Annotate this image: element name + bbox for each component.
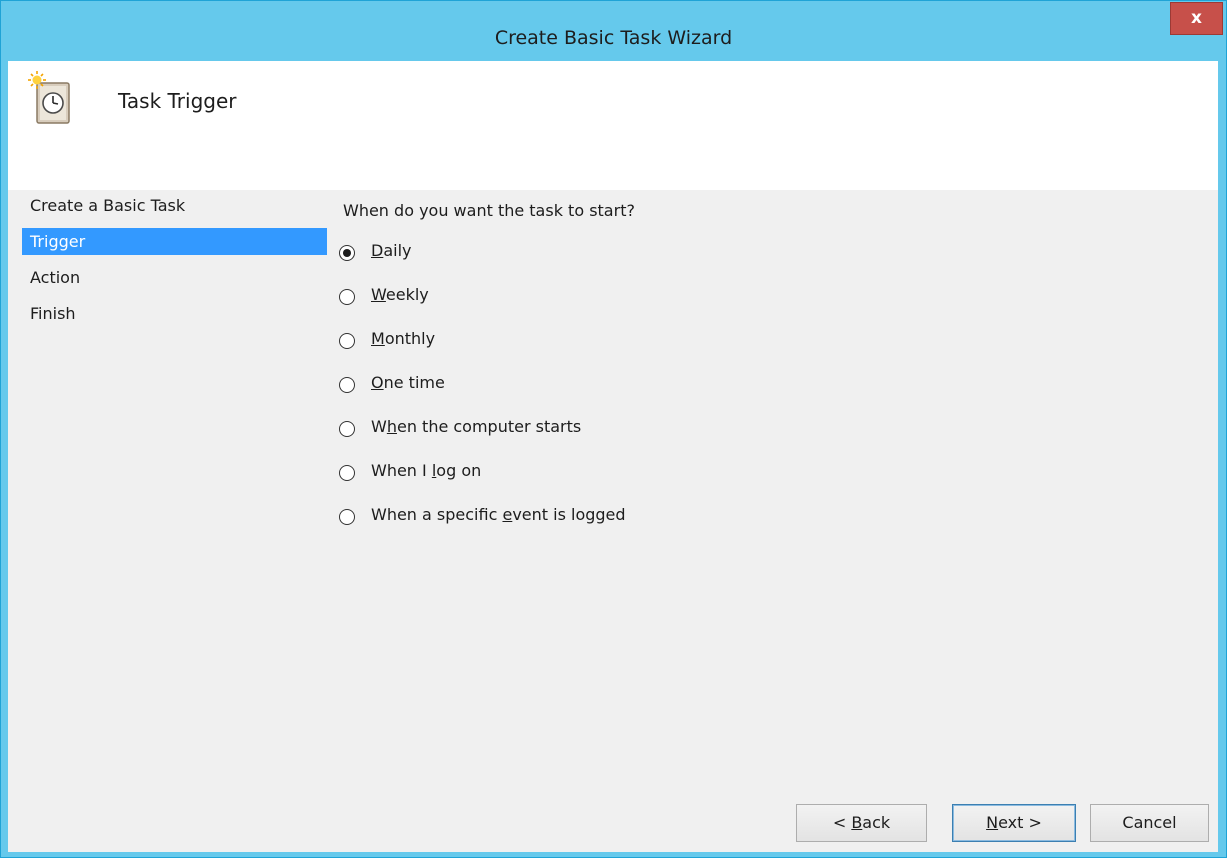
radio-computer-starts[interactable] — [339, 421, 355, 437]
option-label[interactable]: When I log on — [371, 461, 481, 480]
radio-log-on[interactable] — [339, 465, 355, 481]
option-label[interactable]: When a specific event is logged — [371, 505, 626, 524]
option-label[interactable]: When the computer starts — [371, 417, 581, 436]
wizard-window: Create Basic Task Wizard x Task Trigger … — [0, 0, 1227, 858]
radio-selected-dot — [343, 249, 351, 257]
next-button[interactable]: Next > — [952, 804, 1076, 842]
trigger-question: When do you want the task to start? — [343, 201, 635, 220]
step-action[interactable]: Action — [22, 264, 327, 291]
radio-daily[interactable] — [339, 245, 355, 261]
page-title: Task Trigger — [118, 89, 237, 113]
window-title: Create Basic Task Wizard — [494, 27, 733, 49]
option-label[interactable]: One time — [371, 373, 445, 392]
title-bar[interactable]: Create Basic Task Wizard x — [1, 1, 1226, 61]
step-finish[interactable]: Finish — [22, 300, 327, 327]
radio-one-time[interactable] — [339, 377, 355, 393]
radio-monthly[interactable] — [339, 333, 355, 349]
radio-event-logged[interactable] — [339, 509, 355, 525]
close-icon: x — [1191, 8, 1202, 28]
back-button[interactable]: < Back — [796, 804, 927, 842]
step-create-basic-task[interactable]: Create a Basic Task — [22, 192, 327, 219]
option-label[interactable]: Monthly — [371, 329, 435, 348]
wizard-steps: Create a Basic Task Trigger Action Finis… — [22, 192, 327, 336]
step-trigger[interactable]: Trigger — [22, 228, 327, 255]
wizard-client-area: Task Trigger Create a Basic Task Trigger… — [8, 61, 1218, 852]
option-label[interactable]: Weekly — [371, 285, 429, 304]
task-scheduler-clock-icon — [28, 71, 70, 124]
wizard-header: Task Trigger — [8, 61, 1218, 190]
close-button[interactable]: x — [1170, 2, 1223, 35]
cancel-button[interactable]: Cancel — [1090, 804, 1209, 842]
radio-weekly[interactable] — [339, 289, 355, 305]
option-label[interactable]: Daily — [371, 241, 412, 260]
